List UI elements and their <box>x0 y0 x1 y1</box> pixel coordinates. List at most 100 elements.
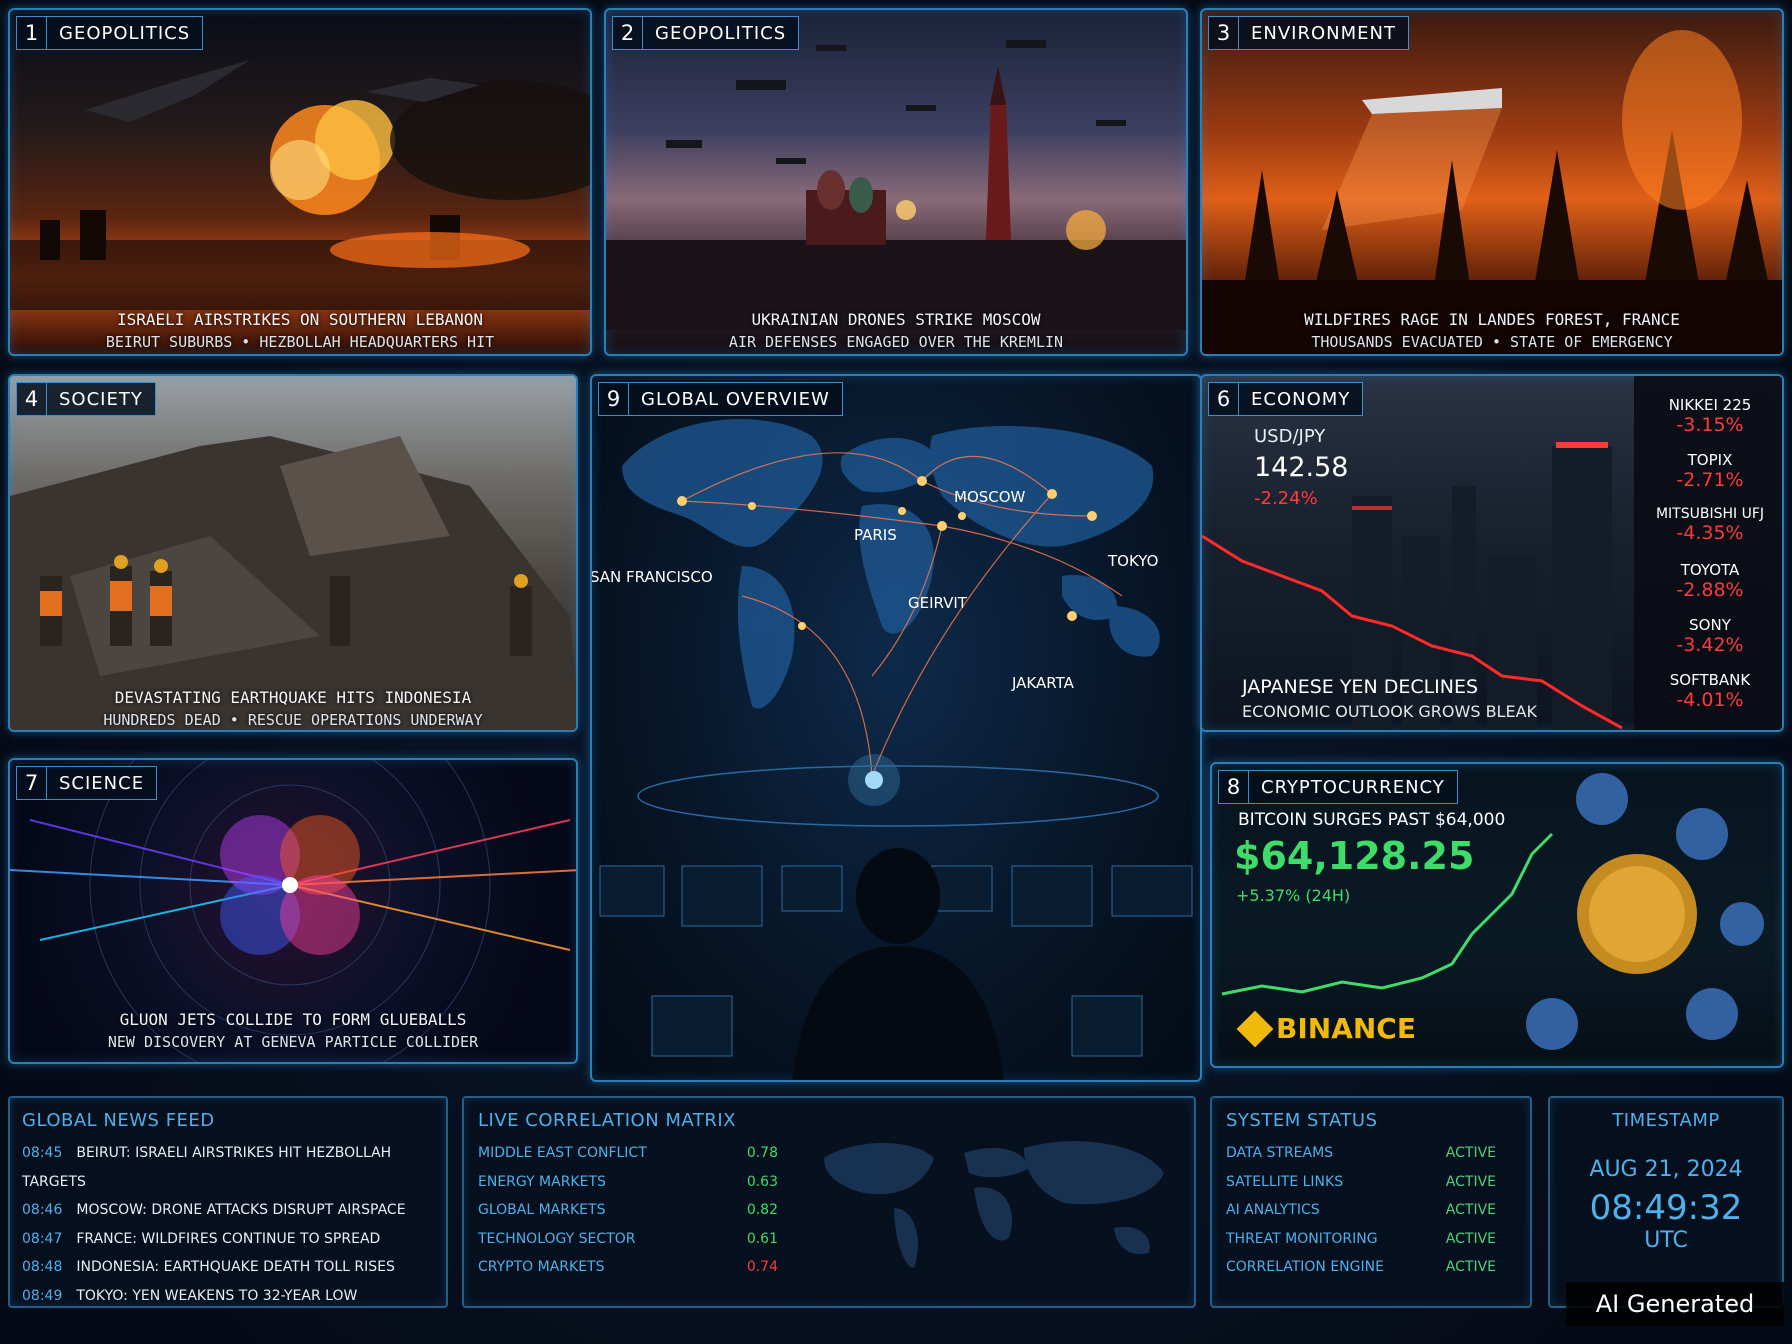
news-item[interactable]: 08:48 INDONESIA: EARTHQUAKE DEATH TOLL RI… <box>22 1253 434 1282</box>
panel-global-overview[interactable]: 9 GLOBAL OVERVIEW SAN FRANCISCO PARIS MO… <box>590 374 1202 1082</box>
currency-pair: USD/JPY <box>1254 426 1326 447</box>
correlation-label: MIDDLE EAST CONFLICT <box>478 1145 647 1161</box>
panel-economy-yen[interactable]: 6 ECONOMY USD/JPY 142.58 -2.24% JAPANESE … <box>1200 374 1784 732</box>
timestamp-title: TIMESTAMP <box>1612 1110 1720 1131</box>
ticker-name: TOPIX <box>1687 451 1733 469</box>
correlation-value: 0.61 <box>746 1230 778 1247</box>
correlation-row[interactable]: GLOBAL MARKETS 0.82 <box>478 1196 778 1225</box>
scene-kremlin-drones-illustration <box>606 40 1186 330</box>
panel-tag: 7 SCIENCE <box>16 766 158 800</box>
correlation-label: GLOBAL MARKETS <box>478 1202 606 1218</box>
correlation-row[interactable]: TECHNOLOGY SECTOR 0.61 <box>478 1225 778 1254</box>
timestamp-date: AUG 21, 2024 <box>1589 1157 1743 1182</box>
news-item[interactable]: 08:49 TOKYO: YEN WEAKENS TO 32-YEAR LOW <box>22 1282 434 1311</box>
ticker-value: -4.35% <box>1676 522 1744 544</box>
binance-wordmark: BINANCE <box>1276 1012 1416 1045</box>
bitcoin-change: +5.37% (24H) <box>1236 886 1351 905</box>
subheadline: THOUSANDS EVACUATED • STATE OF EMERGENCY <box>1311 333 1673 351</box>
correlation-row[interactable]: ENERGY MARKETS 0.63 <box>478 1168 778 1197</box>
map-label-beirut: GEIRVIT <box>908 594 967 612</box>
subheadline: NEW DISCOVERY AT GENEVA PARTICLE COLLIDE… <box>107 1033 479 1051</box>
panel-science-gluon[interactable]: 7 SCIENCE GLUON JETS COLLIDE TO FORM GLUE… <box>8 758 578 1064</box>
news-item[interactable]: 08:47 FRANCE: WILDFIRES CONTINUE TO SPREA… <box>22 1225 434 1254</box>
correlation-label: TECHNOLOGY SECTOR <box>478 1230 636 1247</box>
ticker-value: -4.01% <box>1676 689 1744 711</box>
ticker-row: NIKKEI 225 -3.15% <box>1634 396 1782 451</box>
panel-category: ECONOMY <box>1251 388 1351 410</box>
news-text: BEIRUT: ISRAELI AIRSTRIKES HIT HEZBOLLAH… <box>22 1145 392 1190</box>
panel-geopolitics-lebanon[interactable]: 1 GEOPOLITICS ISRAELI AIRSTRIKES ON SOUTH… <box>8 8 592 356</box>
status-badge: ACTIVE <box>1445 1173 1496 1190</box>
correlation-value: 0.78 <box>746 1145 778 1161</box>
news-text: MOSCOW: DRONE ATTACKS DISRUPT AIRSPACE <box>76 1202 406 1218</box>
panel-category: GEOPOLITICS <box>59 22 191 44</box>
ticker-value: -2.71% <box>1676 469 1744 491</box>
exchange-rate-change: -2.24% <box>1254 488 1318 509</box>
panel-geopolitics-moscow[interactable]: 2 GEOPOLITICS UKRAINIAN DRONES STRIKE MOS… <box>604 8 1188 356</box>
ticker-row: SOFTBANK -4.01% <box>1634 671 1782 726</box>
status-row: SATELLITE LINKS ACTIVE <box>1226 1168 1516 1197</box>
panel-category: SOCIETY <box>59 388 143 410</box>
panel-tag: 4 SOCIETY <box>16 382 156 416</box>
panel-number: 2 <box>613 17 643 49</box>
ticker-row: TOPIX -2.71% <box>1634 451 1782 506</box>
ticker-name: MITSUBISHI UFJ <box>1655 506 1765 522</box>
panel-tag: 2 GEOPOLITICS <box>612 16 800 50</box>
status-row: CORRELATION ENGINE ACTIVE <box>1226 1253 1516 1282</box>
system-status-title: SYSTEM STATUS <box>1226 1110 1378 1131</box>
ticker-board: NIKKEI 225 -3.15% TOPIX -2.71% MITSUBISHI … <box>1634 396 1782 726</box>
panel-number: 1 <box>17 17 47 49</box>
panel-environment-wildfires[interactable]: 3 ENVIRONMENT WILDFIRES RAGE IN LANDES FO… <box>1200 8 1784 356</box>
headline: JAPANESE YEN DECLINES <box>1242 676 1479 698</box>
subheadline: AIR DEFENSES ENGAGED OVER THE KREMLIN <box>728 333 1064 351</box>
correlation-label: ENERGY MARKETS <box>478 1173 606 1190</box>
ticker-value: -2.88% <box>1676 579 1744 601</box>
timestamp-zone: UTC <box>1644 1228 1688 1253</box>
panel-society-earthquake[interactable]: 4 SOCIETY DEVASTATING EARTHQUAKE HITS IND… <box>8 374 578 732</box>
watermark-text: AI Generated <box>1595 1290 1755 1318</box>
map-label-jakarta: JAKARTA <box>1012 674 1074 692</box>
headline: BITCOIN SURGES PAST $64,000 <box>1238 810 1506 830</box>
panel-category: CRYPTOCURRENCY <box>1261 776 1445 798</box>
exchange-rate: 142.58 <box>1254 452 1349 483</box>
ticker-row: MITSUBISHI UFJ -4.35% <box>1634 506 1782 561</box>
panel-number: 6 <box>1209 383 1239 415</box>
news-time: 08:49 <box>22 1287 63 1304</box>
status-label: SATELLITE LINKS <box>1226 1173 1344 1190</box>
correlation-value: 0.63 <box>746 1173 778 1190</box>
map-label-tokyo: TOKYO <box>1108 552 1159 570</box>
map-label-san-francisco: SAN FRANCISCO <box>590 568 713 586</box>
news-list: 08:45 BEIRUT: ISRAELI AIRSTRIKES HIT HEZB… <box>22 1139 434 1310</box>
headline: DEVASTATING EARTHQUAKE HITS INDONESIA <box>114 688 472 707</box>
subheadline: ECONOMIC OUTLOOK GROWS BLEAK <box>1242 702 1538 721</box>
headline: GLUON JETS COLLIDE TO FORM GLUEBALLS <box>119 1010 467 1029</box>
status-badge: ACTIVE <box>1445 1230 1496 1247</box>
map-label-moscow: MOSCOW <box>954 488 1026 506</box>
ticker-name: SONY <box>1689 616 1731 634</box>
panel-tag: 1 GEOPOLITICS <box>16 16 204 50</box>
headline: ISRAELI AIRSTRIKES ON SOUTHERN LEBANON <box>116 310 484 329</box>
correlation-row[interactable]: MIDDLE EAST CONFLICT 0.78 <box>478 1139 778 1168</box>
ticker-name: SOFTBANK <box>1669 671 1751 689</box>
status-label: AI ANALYTICS <box>1226 1202 1320 1218</box>
timestamp-time: 08:49:32 <box>1589 1188 1743 1228</box>
dashboard: 1 GEOPOLITICS ISRAELI AIRSTRIKES ON SOUTH… <box>0 0 1792 1344</box>
panel-cryptocurrency-bitcoin[interactable]: 8 CRYPTOCURRENCY BITCOIN SURGES PAST $64,… <box>1210 762 1784 1068</box>
world-map-illustration <box>599 419 1193 1080</box>
news-item[interactable]: 08:46 MOSCOW: DRONE ATTACKS DISRUPT AIRSP… <box>22 1196 434 1225</box>
ticker-name: TOYOTA <box>1680 561 1740 579</box>
status-badge: ACTIVE <box>1445 1259 1496 1275</box>
news-text: TOKYO: YEN WEAKENS TO 32-YEAR LOW <box>76 1287 358 1304</box>
map-label-paris: PARIS <box>854 526 897 544</box>
news-time: 08:46 <box>22 1202 63 1218</box>
status-row: DATA STREAMS ACTIVE <box>1226 1139 1516 1168</box>
news-time: 08:47 <box>22 1230 63 1247</box>
panel-number: 9 <box>599 383 629 415</box>
correlation-row[interactable]: CRYPTO MARKETS 0.74 <box>478 1253 778 1282</box>
ticker-value: -3.42% <box>1676 634 1744 656</box>
panel-tag: 9 GLOBAL OVERVIEW <box>598 382 843 416</box>
status-row: THREAT MONITORING ACTIVE <box>1226 1225 1516 1254</box>
news-item[interactable]: 08:45 BEIRUT: ISRAELI AIRSTRIKES HIT HEZB… <box>22 1139 434 1196</box>
bitcoin-price: $64,128.25 <box>1234 834 1475 878</box>
scene-wildfire-illustration <box>1202 30 1782 354</box>
